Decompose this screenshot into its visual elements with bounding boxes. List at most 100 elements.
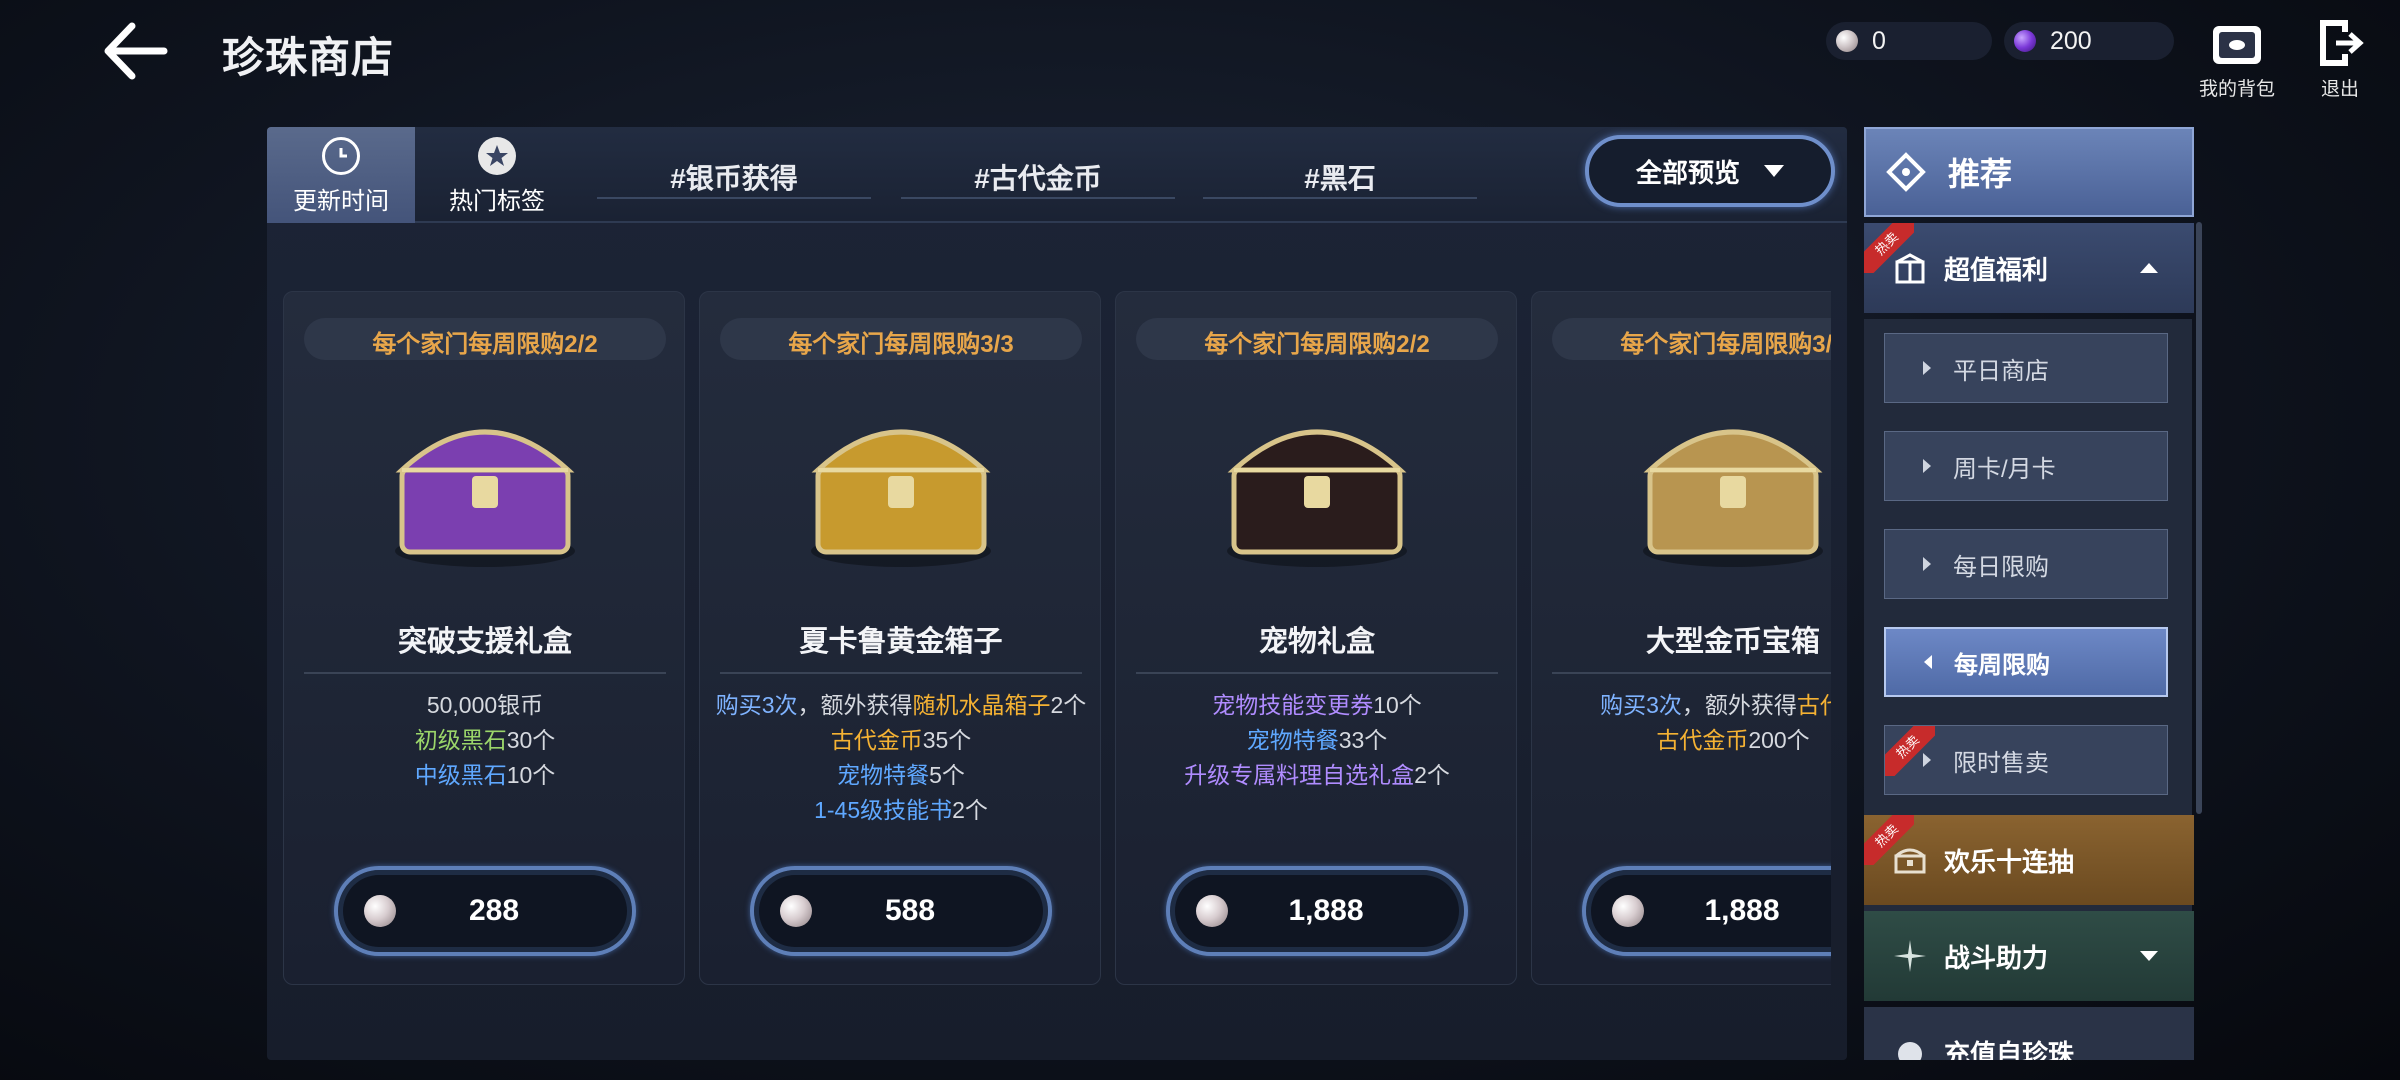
reward-line: 古代金币200个 [1512,723,1831,758]
tag-black-stone[interactable]: #黑石 [1203,151,1477,199]
exit-label: 退出 [2320,79,2359,100]
moon-icon [1898,1042,1922,1060]
reward-line: 50,000银币 [283,688,706,723]
purchase-limit-badge: 每个家门每周限购3/3 [1552,318,1831,360]
buy-price-button[interactable]: 288 [334,866,636,956]
reward-text: 10个 [506,762,556,788]
reward-text: 购买3次 [715,692,798,718]
reward-text: 古代石 [1796,692,1831,718]
product-card[interactable]: 每个家门每周限购3/3 大型金币宝箱 购买3次，额外获得古代石古代金币200个 … [1531,291,1831,985]
bag-label: 我的背包 [2198,79,2275,100]
divider [720,672,1082,674]
reward-text: 宠物特餐 [837,762,930,788]
clock-icon [322,137,360,175]
category-happy-draw[interactable]: 热卖 欢乐十连抽 [1864,815,2194,905]
subcategory-label: 周卡/月卡 [1953,455,2056,483]
sidebar-scrollbar[interactable] [2196,222,2202,814]
filter-tab-bar: 更新时间 热门标签 #银币获得 #古代金币 #黑石 全部预览 [267,127,1847,223]
reward-text: 升级专属料理自选礼盒 [1184,762,1415,788]
subcategory-weekly-monthly-card[interactable]: 周卡/月卡 [1884,431,2168,501]
chest-image [1628,376,1831,586]
pearl-icon [1836,30,1858,52]
chevron-left-icon [1924,655,1932,669]
subcategory-daily-limit[interactable]: 每日限购 [1884,529,2168,599]
product-name: 宠物礼盒 [1258,626,1375,658]
product-card[interactable]: 每个家门每周限购2/2 宠物礼盒 宠物技能变更券10个 宠物特餐33个 升级专属料理… [1115,291,1517,985]
preview-all-dropdown[interactable]: 全部预览 [1585,135,1835,207]
back-arrow-icon[interactable] [100,20,170,82]
price-value: 1,888 [1704,894,1780,927]
pearl-icon [364,895,396,927]
reward-line: 宠物特餐5个 [680,758,1122,793]
category-value-welfare-label: 超值福利 [1944,254,2049,285]
tab-hot-tags-label: 热门标签 [449,188,545,215]
reward-list: 购买3次，额外获得古代石古代金币200个 [1512,688,1831,758]
reward-line: 宠物特餐33个 [1096,723,1538,758]
purchase-limit-badge: 每个家门每周限购3/3 [720,318,1082,360]
subcategory-limited-sale[interactable]: 热卖 限时售卖 [1884,725,2168,795]
chevron-right-icon [1923,459,1931,473]
reward-text: 2个 [1414,762,1450,788]
category-battle-boost[interactable]: 战斗助力 [1864,911,2194,1001]
reward-text: 2个 [1050,692,1087,718]
buy-price-button[interactable]: 1,888 [1166,866,1468,956]
recommend-header[interactable]: 推荐 [1864,127,2194,217]
shop-panel: 更新时间 热门标签 #银币获得 #古代金币 #黑石 全部预览 每个家门每周限购2… [267,127,1847,1060]
purchase-limit-badge: 每个家门每周限购2/2 [304,318,666,360]
category-recharge-label: 充值自珍珠 [1944,1038,2075,1061]
category-recharge[interactable]: 充值自珍珠 [1864,1007,2194,1060]
subcategory-weekly-limit[interactable]: 每周限购 [1884,627,2168,697]
reward-text: 银币 [497,692,544,718]
reward-list: 宠物技能变更券10个 宠物特餐33个 升级专属料理自选礼盒2个 [1096,688,1538,793]
reward-text: 中级黑石 [414,762,507,788]
chest-image [1212,376,1422,586]
reward-text: 初级黑石 [414,727,507,753]
hot-badge: 热卖 [1864,223,1914,273]
chest-image [796,376,1006,586]
reward-line: 初级黑石30个 [283,723,706,758]
black-stone-amount: 200 [2050,26,2092,55]
divider [1136,672,1498,674]
reward-text: 古代金币 [830,727,923,753]
tag-silver[interactable]: #银币获得 [597,151,871,199]
product-carousel[interactable]: 每个家门每周限购2/2 突破支援礼盒 50,000银币 初级黑石30个 中级黑石10… [283,291,1831,991]
recommend-label: 推荐 [1948,156,2013,192]
collapse-arrow-icon [2140,263,2158,273]
product-card[interactable]: 每个家门每周限购2/2 突破支援礼盒 50,000银币 初级黑石30个 中级黑石10… [283,291,685,985]
preview-all-label: 全部预览 [1635,157,1740,188]
price-value: 288 [468,894,520,927]
reward-line: 中级黑石10个 [283,758,706,793]
hot-badge: 热卖 [1885,726,1935,776]
buy-price-button[interactable]: 1,888 [1582,866,1831,956]
page-title: 珍珠商店 [222,34,395,81]
reward-text: 古代金币 [1656,727,1749,753]
tab-hot-tags[interactable]: 热门标签 [417,127,577,223]
product-card[interactable]: 每个家门每周限购3/3 夏卡鲁黄金箱子 购买3次，额外获得随机水晶箱子2个 古代金… [699,291,1101,985]
my-bag-button[interactable]: 我的背包 [2196,18,2278,101]
reward-text: 35个 [922,727,972,753]
pearl-amount: 0 [1872,26,1886,55]
pearl-icon [1612,895,1644,927]
divider [1552,672,1831,674]
expand-arrow-icon [2140,951,2158,961]
reward-line: 购买3次，额外获得古代石 [1512,688,1831,723]
black-stone-balance: 200 [2004,22,2174,60]
category-sidebar: 推荐 热卖 超值福利 平日商店 周卡/月卡 每日限购 每周限购 热卖 限时售卖 … [1864,127,2198,1060]
divider [304,672,666,674]
tab-update-time[interactable]: 更新时间 [267,127,415,223]
reward-text: ，额外获得 [797,692,913,718]
product-name: 大型金币宝箱 [1645,626,1820,658]
reward-text: 200个 [1748,727,1810,753]
exit-button[interactable]: 退出 [2300,18,2380,101]
category-value-welfare[interactable]: 热卖 超值福利 [1864,223,2194,313]
tag-ancient-gold[interactable]: #古代金币 [901,151,1175,199]
price-value: 588 [884,894,936,927]
reward-text: 30个 [506,727,556,753]
subcategory-label: 限时售卖 [1953,749,2049,777]
reward-text: 2个 [952,797,988,823]
subcategory-label: 每日限购 [1953,553,2049,581]
subcategory-weekday-shop[interactable]: 平日商店 [1884,333,2168,403]
reward-line: 古代金币35个 [680,723,1122,758]
pearl-balance: 0 [1826,22,1992,60]
buy-price-button[interactable]: 588 [750,866,1052,956]
